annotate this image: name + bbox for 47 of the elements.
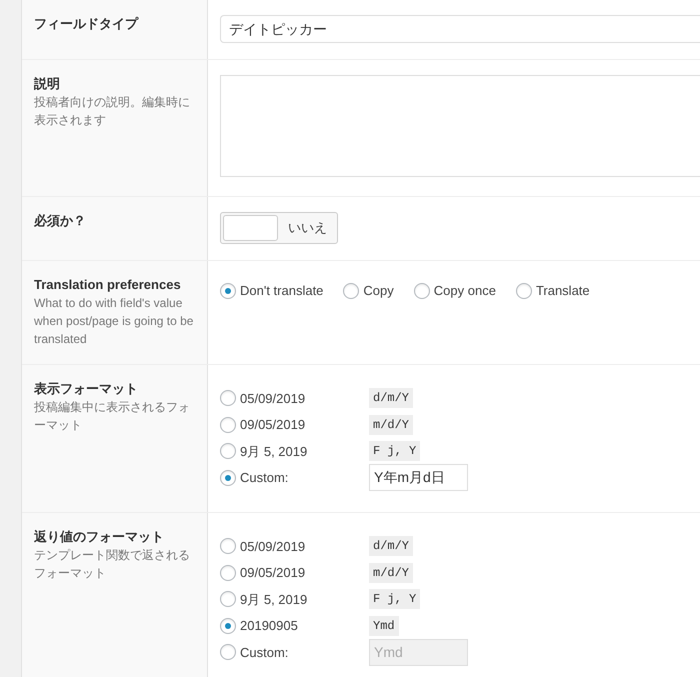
radio-label[interactable]: 09/05/2019 bbox=[240, 415, 306, 434]
radio-button[interactable] bbox=[220, 282, 236, 299]
radio-button[interactable] bbox=[414, 282, 430, 299]
radio-button[interactable] bbox=[220, 564, 236, 581]
field-description: テンプレート関数で返されるフォーマット bbox=[34, 547, 191, 582]
format-code: m/d/Y bbox=[369, 414, 414, 435]
field-label: 表示フォーマット bbox=[34, 380, 139, 398]
radio-label[interactable]: Copy bbox=[363, 281, 394, 300]
radio-label[interactable]: 9月 5, 2019 bbox=[240, 590, 308, 609]
select-field[interactable]: デイトピッカー bbox=[220, 15, 700, 43]
radio-button[interactable] bbox=[516, 282, 532, 299]
radio-button[interactable] bbox=[220, 443, 236, 460]
radio-label[interactable]: 9月 5, 2019 bbox=[240, 442, 308, 461]
field-label: フィールドタイプ bbox=[34, 15, 140, 33]
format-code: Ymd bbox=[369, 616, 399, 636]
radio-button[interactable] bbox=[220, 416, 236, 433]
field-label: 説明 bbox=[34, 75, 61, 93]
radio-label[interactable]: 05/09/2019 bbox=[240, 536, 306, 556]
radio-label[interactable]: Custom: bbox=[240, 642, 288, 662]
radio-button[interactable] bbox=[220, 538, 236, 554]
field-description: 投稿編集中に表示されるフォーマット bbox=[34, 399, 191, 434]
field-label: 必須か？ bbox=[34, 212, 87, 230]
radio-label[interactable]: Custom: bbox=[240, 468, 288, 488]
input-field[interactable]: Y年m月d日 bbox=[369, 464, 468, 492]
format-code: d/m/Y bbox=[369, 536, 414, 556]
format-code: F j, Y bbox=[369, 589, 420, 610]
radio-button[interactable] bbox=[220, 591, 236, 608]
radio-button[interactable] bbox=[220, 470, 236, 486]
field-description: 投稿者向けの説明。編集時に表示されます bbox=[34, 94, 191, 129]
field-description: What to do with field's value when post/page is going to be translated bbox=[34, 295, 194, 348]
radio-button[interactable] bbox=[343, 282, 360, 299]
toggle-switch[interactable]: いいえ bbox=[220, 212, 338, 244]
radio-label[interactable]: Copy once bbox=[434, 281, 496, 300]
radio-label[interactable]: Don't translate bbox=[240, 281, 324, 300]
format-code: F j, Y bbox=[369, 441, 420, 462]
radio-label[interactable]: Translate bbox=[536, 281, 590, 300]
radio-label[interactable]: 05/09/2019 bbox=[240, 388, 306, 408]
format-code: d/m/Y bbox=[369, 388, 414, 408]
radio-label[interactable]: 09/05/2019 bbox=[240, 563, 306, 582]
radio-button[interactable] bbox=[220, 644, 236, 660]
field-label: Translation preferences bbox=[34, 276, 182, 294]
field-label: 返り値のフォーマット bbox=[34, 528, 165, 546]
radio-button[interactable] bbox=[220, 618, 236, 634]
radio-button[interactable] bbox=[220, 390, 236, 406]
text-area[interactable] bbox=[220, 75, 700, 177]
format-code: m/d/Y bbox=[369, 562, 414, 583]
radio-label[interactable]: 20190905 bbox=[240, 616, 298, 636]
